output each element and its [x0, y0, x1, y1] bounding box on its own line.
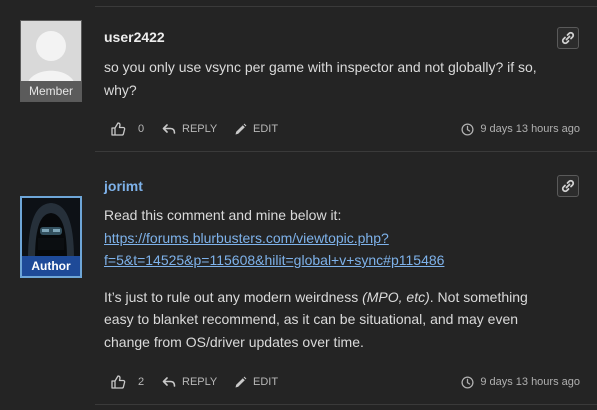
comment-author[interactable]: jorimt [104, 178, 143, 194]
link-icon [561, 179, 575, 193]
comment: Member user2422 so you only use vsync pe… [0, 0, 597, 152]
thumbs-up-icon [111, 122, 126, 136]
forum-link[interactable]: https://forums.blurbusters.com/viewtopic… [104, 230, 389, 246]
comment-body: so you only use vsync per game with insp… [104, 56, 564, 101]
reply-label: REPLY [182, 123, 218, 135]
timestamp-text: 9 days 13 hours ago [480, 123, 580, 135]
forum-link-continued[interactable]: f=5&t=14525&p=115608&hilit=global+v+sync… [104, 252, 444, 268]
comment-author[interactable]: user2422 [104, 29, 165, 45]
text-segment: . Not something [429, 288, 528, 305]
edit-button[interactable]: EDIT [234, 372, 278, 392]
comment-actions: 2 REPLY EDIT 9 days 13 hours ago [110, 372, 580, 392]
like-count: 2 [138, 376, 145, 388]
like-button[interactable]: 2 [110, 372, 144, 392]
italic-text: (MPO, etc) [362, 288, 430, 305]
clock-icon [461, 122, 474, 136]
clock-icon [461, 375, 474, 389]
comment-timestamp[interactable]: 9 days 13 hours ago [461, 119, 580, 139]
pencil-icon [235, 376, 247, 387]
comment-divider [95, 404, 597, 405]
reply-button[interactable]: REPLY [162, 119, 217, 139]
comment-text-line: Read this comment and mine below it: [104, 207, 342, 223]
pencil-icon [235, 123, 247, 134]
link-icon [561, 31, 575, 45]
permalink-button[interactable] [557, 27, 579, 49]
comment-actions: 0 REPLY EDIT 9 days 13 hours ago [110, 119, 580, 139]
reply-arrow-icon [162, 124, 176, 134]
reply-button[interactable]: REPLY [162, 372, 217, 392]
permalink-button[interactable] [557, 175, 579, 197]
role-badge: Author [22, 256, 80, 276]
like-button[interactable]: 0 [110, 119, 144, 139]
comment-text-line: It’s just to rule out any modern weirdne… [104, 286, 564, 309]
comment-text-line: easy to blanket recommend, as it can be … [104, 311, 519, 327]
timestamp-text: 9 days 13 hours ago [480, 376, 580, 388]
edit-label: EDIT [253, 123, 279, 135]
avatar[interactable]: Author [20, 196, 82, 278]
comment-text-line: change from OS/driver updates over time. [104, 333, 364, 350]
text-segment: It’s just to rule out any modern weirdne… [104, 288, 363, 305]
comment-body: Read this comment and mine below it: htt… [104, 204, 564, 353]
edit-button[interactable]: EDIT [234, 119, 278, 139]
like-count: 0 [138, 123, 145, 135]
role-badge: Member [21, 81, 81, 101]
edit-label: EDIT [253, 376, 279, 388]
reply-label: REPLY [182, 376, 218, 388]
thumbs-up-icon [111, 375, 126, 389]
comment: Author jorimt Read this comment and mine… [0, 152, 597, 410]
avatar[interactable]: Member [20, 20, 82, 102]
comment-timestamp[interactable]: 9 days 13 hours ago [461, 372, 580, 392]
comment-text-line: why? [104, 81, 137, 98]
comment-text-line: so you only use vsync per game with insp… [104, 59, 537, 75]
reply-arrow-icon [162, 377, 176, 387]
